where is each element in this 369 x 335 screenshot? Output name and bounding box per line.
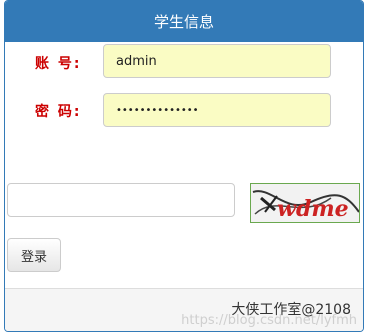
captcha-text: wdme [277,196,349,222]
panel-footer: 大侠工作室@2108 https://blog.csdn.net/lyfmh [5,288,363,331]
captcha-graphic: wdme [252,190,359,222]
password-value: •••••••••••••• [116,104,199,116]
student-info-panel: 学生信息 账 号: admin 密 码: •••••••••••••• wdme… [4,0,364,332]
panel-title: 学生信息 [153,13,214,31]
panel-heading: 学生信息 [5,1,363,42]
captcha-input[interactable] [7,183,235,217]
password-label: 密 码: [35,104,82,120]
username-value: admin [116,53,157,69]
username-label: 账 号: [35,56,82,72]
login-button-label: 登录 [20,249,47,265]
username-input[interactable]: admin [103,44,331,78]
password-input[interactable]: •••••••••••••• [103,93,331,127]
captcha-image[interactable]: wdme [250,183,360,223]
watermark-text: https://blog.csdn.net/lyfmh [181,313,357,328]
login-button[interactable]: 登录 [7,238,61,272]
